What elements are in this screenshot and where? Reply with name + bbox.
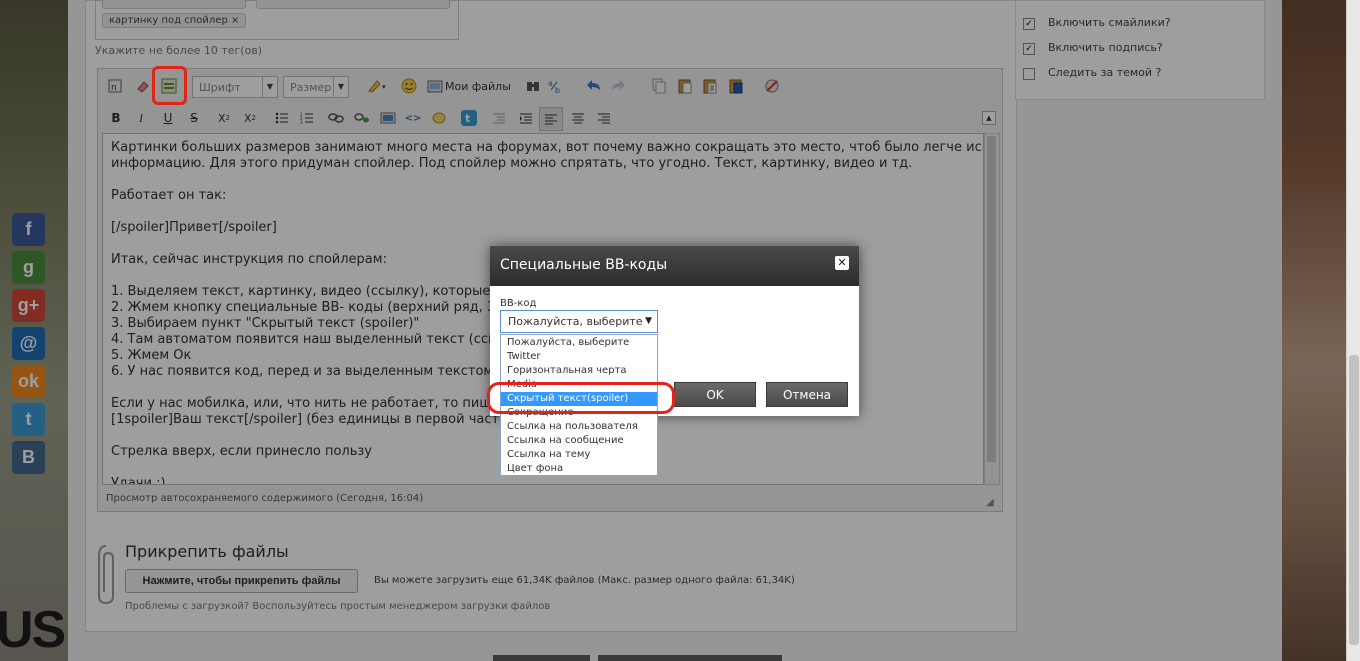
annotation-highlight-toolbar-button [152,66,187,105]
bbcode-field-label: ВВ-код [500,298,537,309]
bottom-button-left[interactable] [493,655,590,661]
cancel-button[interactable]: Отмена [766,382,848,407]
annotation-highlight-spoiler-option [487,382,675,414]
bbcode-option[interactable]: Ссылка на пользователя [501,420,657,434]
bbcode-option[interactable]: Twitter [501,350,657,364]
dialog-title: Специальные ВВ-коды [500,257,668,273]
bbcode-option[interactable]: Цвет фона [501,462,657,476]
bbcode-select[interactable]: Пожалуйста, выберите ▼ [500,310,658,333]
bbcode-select-value: Пожалуйста, выберите [508,315,643,328]
dialog-header: Специальные ВВ-коды ✕ [490,246,859,286]
close-icon[interactable]: ✕ [835,256,849,270]
bbcode-option[interactable]: Пожалуйста, выберите [501,336,657,350]
chevron-down-icon: ▼ [645,316,652,326]
bbcode-option[interactable]: Горизонтальная черта [501,364,657,378]
page-scrollbar[interactable] [1346,0,1360,661]
bottom-button-right[interactable] [598,655,782,661]
bbcode-option[interactable]: Ссылка на сообщение [501,434,657,448]
bbcode-option[interactable]: Ссылка на тему [501,448,657,462]
page-scrollbar-thumb[interactable] [1349,355,1359,645]
ok-button[interactable]: OK [674,382,756,407]
